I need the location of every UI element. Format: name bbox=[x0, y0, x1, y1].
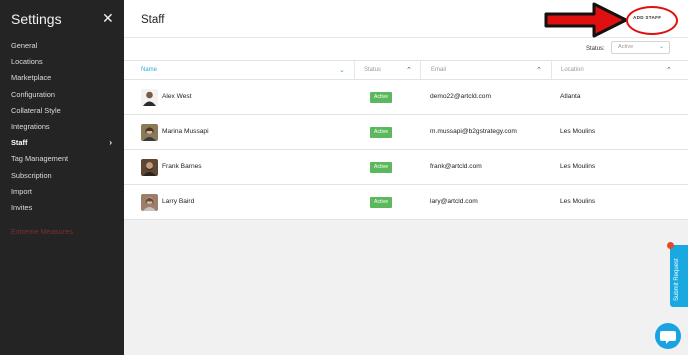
staff-email: lary@artcld.com bbox=[430, 198, 478, 205]
chevron-up-icon: ⌃ bbox=[666, 67, 672, 74]
table-row[interactable]: Marina Mussapi Active m.mussapi@b2gstrat… bbox=[124, 115, 688, 150]
submit-request-button[interactable]: Submit Request bbox=[670, 245, 688, 307]
sidebar-item-locations[interactable]: Locations bbox=[0, 54, 124, 70]
staff-table: Name ⌄ Status ⌃ Email ⌃ Location ⌃ Alex … bbox=[124, 60, 688, 220]
sidebar-item-label: Locations bbox=[11, 57, 43, 67]
table-row[interactable]: Alex West Active demo22@artcld.com Atlan… bbox=[124, 80, 688, 115]
status-filter-label: Status: bbox=[586, 46, 605, 52]
status-badge: Active bbox=[370, 197, 393, 208]
staff-location: Les Moulins bbox=[560, 198, 596, 205]
table-header: Name ⌄ Status ⌃ Email ⌃ Location ⌃ bbox=[124, 60, 688, 80]
sidebar-item-integrations[interactable]: Integrations bbox=[0, 119, 124, 135]
sidebar-item-configuration[interactable]: Configuration bbox=[0, 87, 124, 103]
column-header-status[interactable]: Status ⌃ bbox=[354, 61, 420, 80]
sidebar-item-label: Import bbox=[11, 186, 32, 196]
status-filter-select[interactable]: Active ⌄ bbox=[611, 41, 670, 54]
sidebar-item-label: Integrations bbox=[11, 121, 50, 131]
sidebar: Settings ✕ General Locations Marketplace… bbox=[0, 0, 124, 355]
avatar bbox=[141, 194, 158, 211]
staff-name: Marina Mussapi bbox=[162, 128, 209, 135]
chat-bubble-icon bbox=[660, 331, 676, 344]
sidebar-item-label: Configuration bbox=[11, 89, 55, 99]
sidebar-item-extreme-measures[interactable]: Extreme Measures bbox=[11, 227, 73, 236]
annotation-arrow-icon bbox=[544, 2, 628, 38]
staff-name: Larry Baird bbox=[162, 198, 195, 205]
sidebar-item-import[interactable]: Import bbox=[0, 184, 124, 200]
column-header-label: Email bbox=[431, 67, 447, 73]
column-header-location[interactable]: Location ⌃ bbox=[551, 61, 688, 80]
sidebar-item-collateral-style[interactable]: Collateral Style bbox=[0, 103, 124, 119]
table-row[interactable]: Larry Baird Active lary@artcld.com Les M… bbox=[124, 185, 688, 220]
sidebar-item-label: Invites bbox=[11, 202, 33, 212]
sidebar-item-label: Tag Management bbox=[11, 154, 69, 164]
sidebar-title: Settings bbox=[11, 11, 62, 27]
avatar bbox=[141, 159, 158, 176]
status-filter-value: Active bbox=[618, 44, 634, 50]
staff-name: Frank Barnes bbox=[162, 163, 202, 170]
page-title: Staff bbox=[141, 14, 165, 26]
status-badge: Active bbox=[370, 92, 393, 103]
column-header-name[interactable]: Name ⌄ bbox=[124, 61, 354, 80]
column-header-label: Name bbox=[141, 67, 158, 73]
main-content: Staff ADD STAFF Status: Active ⌄ Name ⌄ … bbox=[124, 0, 688, 355]
staff-email: frank@artcld.com bbox=[430, 163, 482, 170]
staff-location: Les Moulins bbox=[560, 128, 596, 135]
sidebar-item-staff[interactable]: Staff › bbox=[0, 135, 124, 151]
sidebar-item-label: Staff bbox=[11, 138, 28, 148]
chevron-right-icon: › bbox=[109, 138, 112, 148]
column-header-email[interactable]: Email ⌃ bbox=[420, 61, 551, 80]
sidebar-item-invites[interactable]: Invites bbox=[0, 200, 124, 216]
add-staff-button[interactable]: ADD STAFF bbox=[633, 15, 661, 20]
chevron-down-icon: ⌄ bbox=[658, 44, 664, 50]
sidebar-item-label: Collateral Style bbox=[11, 105, 61, 115]
status-badge: Active bbox=[370, 127, 393, 138]
chat-button[interactable] bbox=[655, 323, 681, 349]
sidebar-item-tag-management[interactable]: Tag Management bbox=[0, 151, 124, 167]
chevron-up-icon: ⌃ bbox=[406, 67, 412, 74]
column-header-label: Status bbox=[364, 67, 382, 73]
notification-dot bbox=[667, 242, 674, 249]
staff-email: demo22@artcld.com bbox=[430, 93, 491, 100]
submit-request-label: Submit Request bbox=[674, 258, 680, 301]
column-header-label: Location bbox=[561, 67, 584, 73]
sidebar-item-label: General bbox=[11, 41, 38, 50]
sidebar-item-label: Subscription bbox=[11, 170, 52, 180]
table-row[interactable]: Frank Barnes Active frank@artcld.com Les… bbox=[124, 150, 688, 185]
avatar bbox=[141, 89, 158, 106]
annotation-circle bbox=[626, 6, 678, 35]
chevron-down-icon: ⌄ bbox=[339, 67, 345, 74]
page-header: Staff ADD STAFF bbox=[124, 0, 688, 38]
avatar bbox=[141, 124, 158, 141]
staff-location: Les Moulins bbox=[560, 163, 596, 170]
close-icon[interactable]: ✕ bbox=[102, 10, 114, 27]
chevron-up-icon: ⌃ bbox=[536, 67, 542, 74]
sidebar-item-subscription[interactable]: Subscription bbox=[0, 168, 124, 184]
staff-email: m.mussapi@b2gstrategy.com bbox=[430, 128, 517, 135]
staff-location: Atlanta bbox=[560, 93, 581, 100]
sidebar-item-marketplace[interactable]: Marketplace bbox=[0, 70, 124, 86]
staff-name: Alex West bbox=[162, 93, 192, 100]
status-badge: Active bbox=[370, 162, 393, 173]
sidebar-item-general[interactable]: General bbox=[0, 38, 124, 54]
sidebar-item-label: Marketplace bbox=[11, 73, 52, 83]
filter-bar: Status: Active ⌄ bbox=[124, 38, 688, 60]
sidebar-nav: General Locations Marketplace Configurat… bbox=[0, 38, 124, 216]
